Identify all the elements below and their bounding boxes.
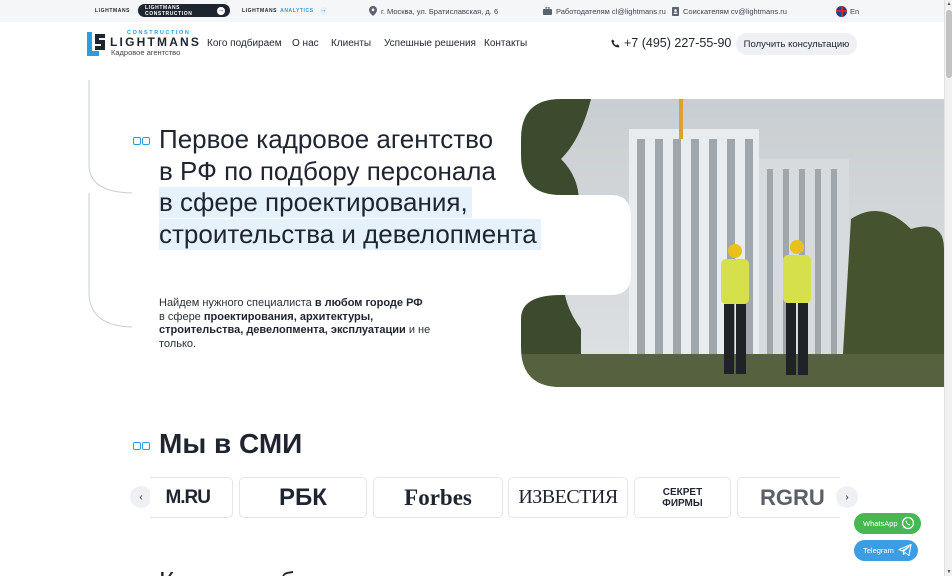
carousel-next-button[interactable]: › [836, 486, 858, 508]
media-logo-card[interactable]: СЕКРЕТ ФИРМЫ [634, 477, 731, 518]
desc-text: в сфере [159, 310, 204, 323]
nav-item-clients[interactable]: Клиенты [331, 38, 371, 49]
hero-photo [521, 99, 944, 387]
phone-number: +7 (495) 227-55-90 [624, 36, 732, 50]
language-label: En [850, 6, 860, 16]
hero-heading-line: в РФ по подбору персонала [159, 156, 496, 186]
media-logo: ИЗВЕСТИЯ [518, 486, 618, 508]
next-section-title: Как мы работаем [159, 566, 367, 576]
brand-switch-construction[interactable]: LIGHTMANS CONSTRUCTION → [138, 4, 230, 17]
arrow-right-icon: → [217, 6, 225, 15]
logo-name: LIGHTMANS [110, 35, 202, 49]
media-logo: Forbes [404, 484, 472, 510]
id-card-icon [672, 6, 679, 16]
map-pin-icon [369, 6, 377, 16]
brand-switch-lightmans[interactable]: LIGHTMANS → [88, 4, 144, 17]
scroll-down-arrow-icon[interactable]: ▼ [946, 569, 952, 575]
address-text: г. Москва, ул. Братиславская, д. 6 [381, 6, 499, 16]
employers-text: Работодателям cl@lightmans.ru [556, 6, 666, 16]
nav-item-whom-we-recruit[interactable]: Кого подбираем [207, 38, 282, 49]
telegram-label: Telegram [863, 546, 894, 555]
whatsapp-label: WhatsApp [863, 519, 898, 528]
media-logo: СЕКРЕТ ФИРМЫ [662, 486, 703, 509]
media-logo: M.RU [165, 486, 211, 508]
hero-heading-line-highlighted: строительства и девелопмента [159, 219, 541, 250]
logo-subtitle: Кадровое агентство [111, 48, 181, 57]
nav-item-success-stories[interactable]: Успешные решения [384, 38, 476, 49]
telegram-icon [898, 543, 912, 557]
briefcase-icon [543, 7, 552, 15]
logo-mark-icon [87, 32, 105, 56]
phone-icon [611, 38, 620, 48]
media-logo-card[interactable]: M.RU [150, 477, 233, 518]
media-logo-card[interactable]: ИЗВЕСТИЯ [508, 477, 628, 518]
scroll-up-arrow-icon[interactable]: ▲ [946, 1, 952, 7]
candidates-text: Соискателям cv@lightmans.ru [683, 6, 787, 16]
brand-label: LIGHTMANS [95, 7, 131, 14]
hero-heading-line-highlighted: в сфере проектирования, [159, 187, 472, 218]
media-section-title: Мы в СМИ [159, 428, 303, 459]
phone-link[interactable]: +7 (495) 227-55-90 [611, 36, 731, 50]
scrollbar-thumb[interactable] [946, 10, 952, 78]
hero-heading-line: Первое кадровое агентство [159, 124, 494, 154]
hero-description: Найдем нужного специалиста в любом город… [159, 297, 459, 351]
desc-text: Найдем нужного специалиста [159, 297, 315, 309]
whatsapp-button[interactable]: WhatsApp [854, 513, 921, 534]
media-logo-card[interactable]: RGRU [737, 477, 840, 518]
arrow-right-icon: → [319, 6, 328, 15]
telegram-button[interactable]: Telegram [854, 540, 918, 561]
address-link[interactable]: г. Москва, ул. Братиславская, д. 6 [369, 0, 498, 22]
brand-sublabel: ANALYTICS [280, 7, 314, 14]
brand-label: LIGHTMANS [242, 7, 278, 14]
carousel-prev-button[interactable]: ‹ [130, 486, 152, 508]
decorative-curve [88, 80, 133, 328]
media-logo-card[interactable]: РБК [239, 477, 367, 518]
language-switch[interactable]: En [836, 0, 859, 22]
media-logo-carousel: M.RU РБК Forbes ИЗВЕСТИЯ СЕКРЕТ ФИРМЫ RG… [150, 477, 840, 518]
top-strip: LIGHTMANS → LIGHTMANS CONSTRUCTION → LIG… [0, 0, 944, 22]
candidates-email-link[interactable]: Соискателям cv@lightmans.ru [672, 0, 787, 22]
whatsapp-icon [901, 516, 915, 530]
consultation-button[interactable]: Получить консультацию [736, 33, 857, 55]
media-logo: RGRU [760, 484, 825, 510]
brand-switch-analytics[interactable]: LIGHTMANS ANALYTICS → [235, 4, 328, 17]
brand-label: LIGHTMANS CONSTRUCTION [145, 4, 193, 17]
chevron-left-icon: ‹ [139, 491, 143, 503]
desc-bold: в любом городе РФ [314, 297, 423, 309]
media-logo-card[interactable]: Forbes [373, 477, 503, 518]
chevron-right-icon: › [845, 491, 849, 503]
uk-flag-icon [836, 5, 847, 17]
section-marker-icon [133, 137, 150, 145]
section-marker-icon [133, 442, 150, 450]
nav-item-contacts[interactable]: Контакты [484, 38, 527, 49]
nav-item-about[interactable]: О нас [292, 38, 319, 49]
media-logo: РБК [279, 483, 327, 511]
site-logo[interactable]: CONSTRUCTION LIGHTMANS Кадровое агентств… [87, 30, 199, 58]
page-scrollbar[interactable]: ▲ ▼ [944, 0, 952, 576]
employers-email-link[interactable]: Работодателям cl@lightmans.ru [543, 0, 666, 22]
